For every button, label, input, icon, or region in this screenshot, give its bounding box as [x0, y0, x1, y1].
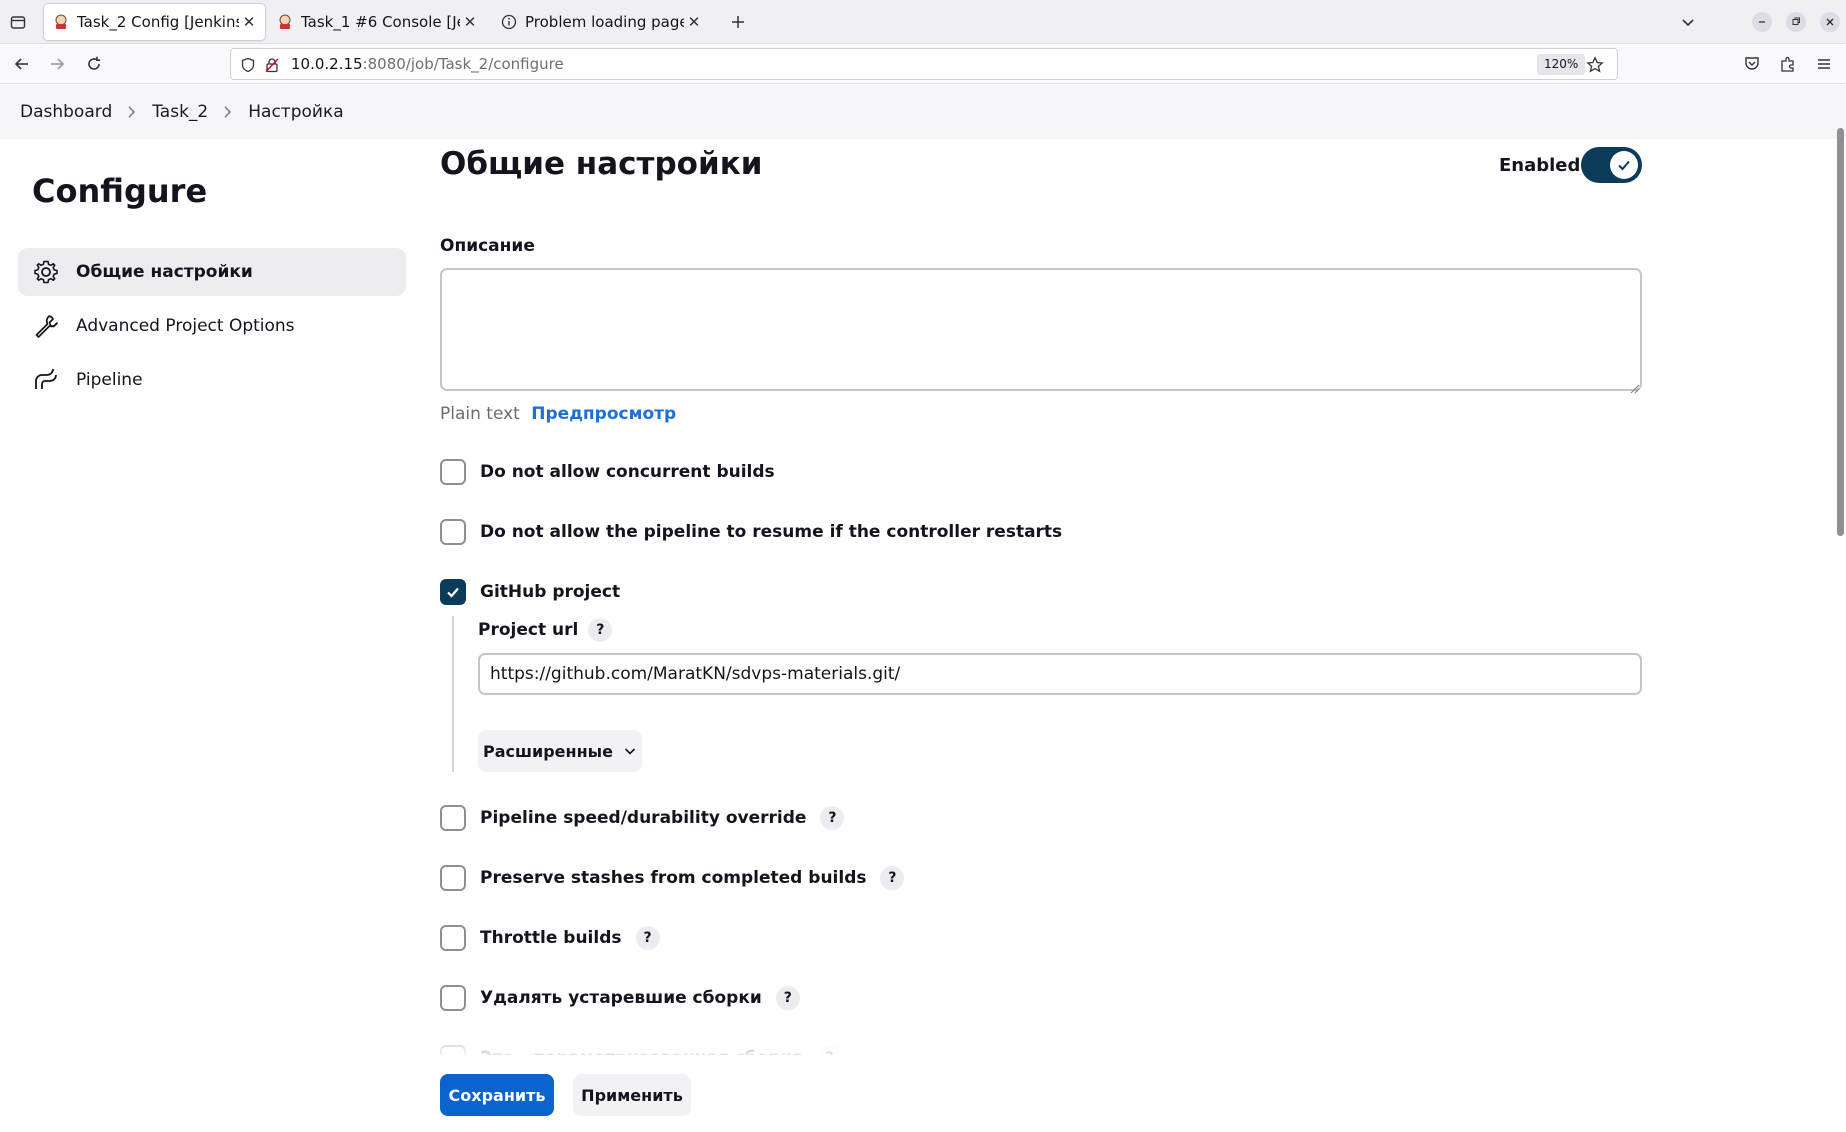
close-window-icon[interactable]	[1820, 12, 1840, 32]
breadcrumb: Dashboard Task_2 Настройка	[0, 85, 1846, 139]
pipeline-icon	[32, 366, 60, 394]
help-icon[interactable]: ?	[635, 926, 660, 950]
option-label: Удалять устаревшие сборки	[480, 988, 762, 1008]
help-icon[interactable]: ?	[588, 618, 613, 642]
checkbox[interactable]	[440, 805, 466, 831]
extensions-puzzle-icon[interactable]	[1776, 52, 1800, 76]
restore-window-icon[interactable]	[1786, 12, 1806, 32]
checkbox[interactable]	[440, 865, 466, 891]
project-url-label: Project url	[478, 620, 579, 640]
help-icon[interactable]: ?	[775, 986, 800, 1010]
option-no-concurrent-builds[interactable]: Do not allow concurrent builds	[440, 458, 775, 486]
tracking-shield-icon[interactable]	[239, 56, 257, 74]
tab-title: Task_1 #6 Console [Jenkins]	[301, 13, 460, 31]
browser-tab-task1-console[interactable]: Task_1 #6 Console [Jenkins] ✕	[268, 4, 486, 40]
bookmark-star-icon[interactable]	[1585, 55, 1605, 75]
sidebar-item-label: Advanced Project Options	[76, 316, 295, 336]
option-label: GitHub project	[480, 582, 621, 602]
option-throttle-builds[interactable]: Throttle builds ?	[440, 924, 660, 952]
address-bar[interactable]: 10.0.2.15:8080/job/Task_2/configure 120%	[230, 48, 1618, 80]
close-tab-icon[interactable]: ✕	[684, 12, 704, 32]
url-host: 10.0.2.15	[291, 55, 363, 73]
browser-tab-task2-config[interactable]: Task_2 Config [Jenkins] ✕	[44, 4, 265, 40]
nested-section-divider	[452, 616, 454, 772]
reload-icon[interactable]	[82, 52, 106, 76]
info-icon	[501, 14, 517, 30]
help-icon[interactable]: ?	[820, 806, 845, 830]
option-no-resume-pipeline[interactable]: Do not allow the pipeline to resume if t…	[440, 518, 1062, 546]
sidebar-item-label: Pipeline	[76, 370, 143, 390]
tab-title: Task_2 Config [Jenkins]	[77, 13, 239, 31]
option-label: Throttle builds	[480, 928, 622, 948]
breadcrumb-settings[interactable]: Настройка	[248, 102, 343, 122]
breadcrumb-task2[interactable]: Task_2	[152, 102, 208, 122]
checkbox[interactable]	[440, 985, 466, 1011]
sidebar-item-pipeline[interactable]: Pipeline	[18, 356, 406, 404]
checkbox[interactable]	[440, 459, 466, 485]
breadcrumb-dashboard[interactable]: Dashboard	[20, 102, 112, 122]
browser-tab-problem-loading[interactable]: Problem loading page ✕	[492, 4, 710, 40]
enabled-toggle[interactable]	[1581, 147, 1642, 183]
advanced-label: Расширенные	[483, 741, 613, 761]
option-label: Do not allow the pipeline to resume if t…	[480, 522, 1063, 542]
page-title: Общие настройки	[440, 146, 763, 182]
option-preserve-stashes[interactable]: Preserve stashes from completed builds ?	[440, 864, 905, 892]
close-tab-icon[interactable]: ✕	[239, 12, 259, 32]
chevron-down-icon	[623, 744, 637, 758]
gear-icon	[32, 258, 60, 286]
project-url-label-row: Project url ?	[478, 618, 613, 642]
checkmark-icon	[1610, 151, 1638, 179]
plain-text-label: Plain text	[440, 404, 520, 424]
checkbox[interactable]	[440, 925, 466, 951]
minimize-window-icon[interactable]	[1752, 12, 1772, 32]
browser-tab-bar: Task_2 Config [Jenkins] ✕ Task_1 #6 Cons…	[0, 0, 1846, 44]
back-arrow-icon[interactable]	[10, 52, 34, 76]
option-discard-old-builds[interactable]: Удалять устаревшие сборки ?	[440, 984, 800, 1012]
browser-nav-bar: 10.0.2.15:8080/job/Task_2/configure 120%	[0, 44, 1846, 84]
url-text: 10.0.2.15:8080/job/Task_2/configure	[291, 55, 564, 73]
page-scrollbar[interactable]	[1837, 128, 1844, 536]
advanced-button[interactable]: Расширенные	[478, 730, 642, 772]
description-format-row: Plain text Предпросмотр	[440, 404, 676, 424]
option-pipeline-speed[interactable]: Pipeline speed/durability override ?	[440, 804, 845, 832]
checkbox[interactable]	[440, 519, 466, 545]
wrench-icon	[32, 312, 60, 340]
option-label: Pipeline speed/durability override	[480, 808, 807, 828]
url-path: :8080/job/Task_2/configure	[362, 55, 564, 73]
option-label: Do not allow concurrent builds	[480, 462, 775, 482]
option-label: Preserve stashes from completed builds	[480, 868, 867, 888]
jenkins-favicon-icon	[277, 14, 293, 30]
resize-grip-icon[interactable]	[1630, 379, 1640, 394]
sidebar-item-advanced-project-options[interactable]: Advanced Project Options	[18, 302, 406, 350]
apply-button[interactable]: Применить	[573, 1074, 691, 1116]
description-textarea[interactable]	[440, 268, 1642, 391]
sidebar-item-label: Общие настройки	[76, 262, 253, 282]
save-button[interactable]: Сохранить	[440, 1074, 554, 1116]
pocket-icon[interactable]	[1740, 52, 1764, 76]
description-label: Описание	[440, 236, 535, 256]
checkbox-checked[interactable]	[440, 579, 466, 605]
hamburger-menu-icon[interactable]	[1812, 52, 1836, 76]
enabled-label: Enabled	[1499, 155, 1581, 176]
chevron-right-icon	[126, 105, 138, 119]
option-github-project[interactable]: GitHub project	[440, 578, 620, 606]
preview-link[interactable]: Предпросмотр	[531, 404, 676, 424]
forward-arrow-icon[interactable]	[45, 52, 69, 76]
new-tab-icon[interactable]	[726, 10, 750, 34]
chevron-right-icon	[222, 105, 234, 119]
bottom-action-bar	[0, 1055, 1846, 1132]
project-url-input[interactable]	[478, 653, 1642, 695]
tab-list-icon[interactable]	[6, 10, 30, 34]
zoom-level-badge[interactable]: 120%	[1537, 54, 1586, 75]
insecure-lock-icon[interactable]	[263, 56, 281, 74]
sidebar-item-general[interactable]: Общие настройки	[18, 248, 406, 296]
help-icon[interactable]: ?	[880, 866, 905, 890]
tab-title: Problem loading page	[525, 13, 684, 31]
checkmark-icon	[447, 587, 459, 598]
sidebar-title: Configure	[32, 172, 208, 210]
close-tab-icon[interactable]: ✕	[460, 12, 480, 32]
jenkins-favicon-icon	[53, 14, 69, 30]
list-all-tabs-chevron-icon[interactable]	[1678, 12, 1698, 32]
